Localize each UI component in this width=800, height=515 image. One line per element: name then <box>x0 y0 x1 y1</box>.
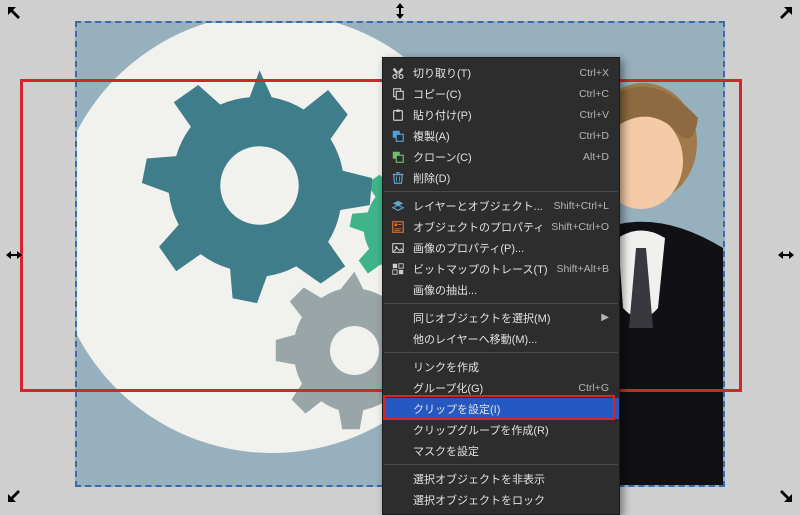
handle-top-right[interactable] <box>776 5 794 23</box>
menu-item-label: コピー(C) <box>407 86 571 102</box>
menu-item-shortcut: Shift+Ctrl+O <box>543 221 609 233</box>
menu-separator <box>384 191 618 192</box>
blank-icon <box>389 422 407 438</box>
clone-icon <box>389 149 407 165</box>
blank-icon <box>389 310 407 326</box>
trace-icon <box>389 261 407 277</box>
menu-item-label: 選択オブジェクトをロック <box>407 492 601 508</box>
paste-icon <box>389 107 407 123</box>
menu-item[interactable]: 同じオブジェクトを選択(M)▶ <box>383 307 619 328</box>
menu-item[interactable]: 選択オブジェクトを非表示 <box>383 468 619 489</box>
copy-icon <box>389 86 407 102</box>
menu-item-label: 削除(D) <box>407 170 601 186</box>
menu-item-shortcut: Ctrl+D <box>571 130 609 142</box>
menu-item[interactable]: 画像のプロパティ(P)... <box>383 237 619 258</box>
blank-icon <box>389 359 407 375</box>
menu-item[interactable]: 選択オブジェクトをロック <box>383 489 619 510</box>
menu-item-label: マスクを設定 <box>407 443 601 459</box>
handle-top-left[interactable] <box>6 5 24 23</box>
handle-bottom-left[interactable] <box>6 486 24 504</box>
menu-item-label: 画像の抽出... <box>407 282 601 298</box>
blank-icon <box>389 401 407 417</box>
menu-item[interactable]: 画像の抽出... <box>383 279 619 300</box>
handle-middle-right[interactable] <box>777 246 795 264</box>
menu-item-label: リンクを作成 <box>407 359 601 375</box>
layers-icon <box>389 198 407 214</box>
menu-item-label: クリップグループを作成(R) <box>407 422 601 438</box>
menu-item-shortcut: Alt+D <box>575 151 609 163</box>
menu-item-label: 貼り付け(P) <box>407 107 572 123</box>
menu-item-label: 切り取り(T) <box>407 65 572 81</box>
handle-bottom-right[interactable] <box>776 486 794 504</box>
menu-item-label: 選択オブジェクトを非表示 <box>407 471 601 487</box>
menu-item-shortcut: Ctrl+C <box>571 88 609 100</box>
blank-icon <box>389 380 407 396</box>
handle-middle-left[interactable] <box>5 246 23 264</box>
menu-item[interactable]: 削除(D) <box>383 167 619 188</box>
blank-icon <box>389 331 407 347</box>
menu-item[interactable]: ビットマップのトレース(T)...Shift+Alt+B <box>383 258 619 279</box>
handle-top-middle[interactable] <box>391 2 409 20</box>
menu-item-label: 複製(A) <box>407 128 571 144</box>
menu-item-label: 同じオブジェクトを選択(M) <box>407 310 593 326</box>
context-menu[interactable]: 切り取り(T)Ctrl+Xコピー(C)Ctrl+C貼り付け(P)Ctrl+V複製… <box>382 57 620 515</box>
blank-icon <box>389 471 407 487</box>
gear-teal <box>137 63 382 308</box>
menu-item-shortcut: Shift+Ctrl+L <box>546 200 609 212</box>
menu-item[interactable]: クリップグループを作成(R) <box>383 419 619 440</box>
menu-separator <box>384 464 618 465</box>
delete-icon <box>389 170 407 186</box>
menu-item-shortcut: Ctrl+V <box>572 109 609 121</box>
menu-item[interactable]: マスクを設定 <box>383 440 619 461</box>
menu-item-label: 他のレイヤーへ移動(M)... <box>407 331 601 347</box>
menu-item-label: クローン(C) <box>407 149 575 165</box>
menu-item[interactable]: 複製(A)Ctrl+D <box>383 125 619 146</box>
menu-item[interactable]: コピー(C)Ctrl+C <box>383 83 619 104</box>
menu-item-label: グループ化(G) <box>407 380 570 396</box>
menu-item-shortcut: Ctrl+X <box>572 67 609 79</box>
menu-item[interactable]: 貼り付け(P)Ctrl+V <box>383 104 619 125</box>
menu-item[interactable]: 他のレイヤーへ移動(M)... <box>383 328 619 349</box>
menu-item[interactable]: オブジェクトのプロパティ(O)...Shift+Ctrl+O <box>383 216 619 237</box>
menu-item[interactable]: リンクを作成 <box>383 356 619 377</box>
menu-item-label: 画像のプロパティ(P)... <box>407 240 601 256</box>
menu-item[interactable]: クリップを設定(I) <box>383 398 619 419</box>
menu-item-label: オブジェクトのプロパティ(O)... <box>407 219 543 235</box>
duplicate-icon <box>389 128 407 144</box>
menu-item-shortcut: Ctrl+G <box>570 382 609 394</box>
menu-item-label: クリップを設定(I) <box>407 401 601 417</box>
menu-item-label: レイヤーとオブジェクト... <box>407 198 546 214</box>
menu-item[interactable]: 切り取り(T)Ctrl+X <box>383 62 619 83</box>
props-icon <box>389 219 407 235</box>
blank-icon <box>389 282 407 298</box>
submenu-arrow-icon: ▶ <box>593 312 609 323</box>
cut-icon <box>389 65 407 81</box>
menu-item[interactable]: グループ化(G)Ctrl+G <box>383 377 619 398</box>
blank-icon <box>389 443 407 459</box>
menu-item[interactable]: クローン(C)Alt+D <box>383 146 619 167</box>
blank-icon <box>389 492 407 508</box>
menu-item-label: ビットマップのトレース(T)... <box>407 261 548 277</box>
menu-item[interactable]: レイヤーとオブジェクト...Shift+Ctrl+L <box>383 195 619 216</box>
menu-separator <box>384 352 618 353</box>
imgprops-icon <box>389 240 407 256</box>
menu-item-shortcut: Shift+Alt+B <box>548 263 609 275</box>
menu-separator <box>384 303 618 304</box>
